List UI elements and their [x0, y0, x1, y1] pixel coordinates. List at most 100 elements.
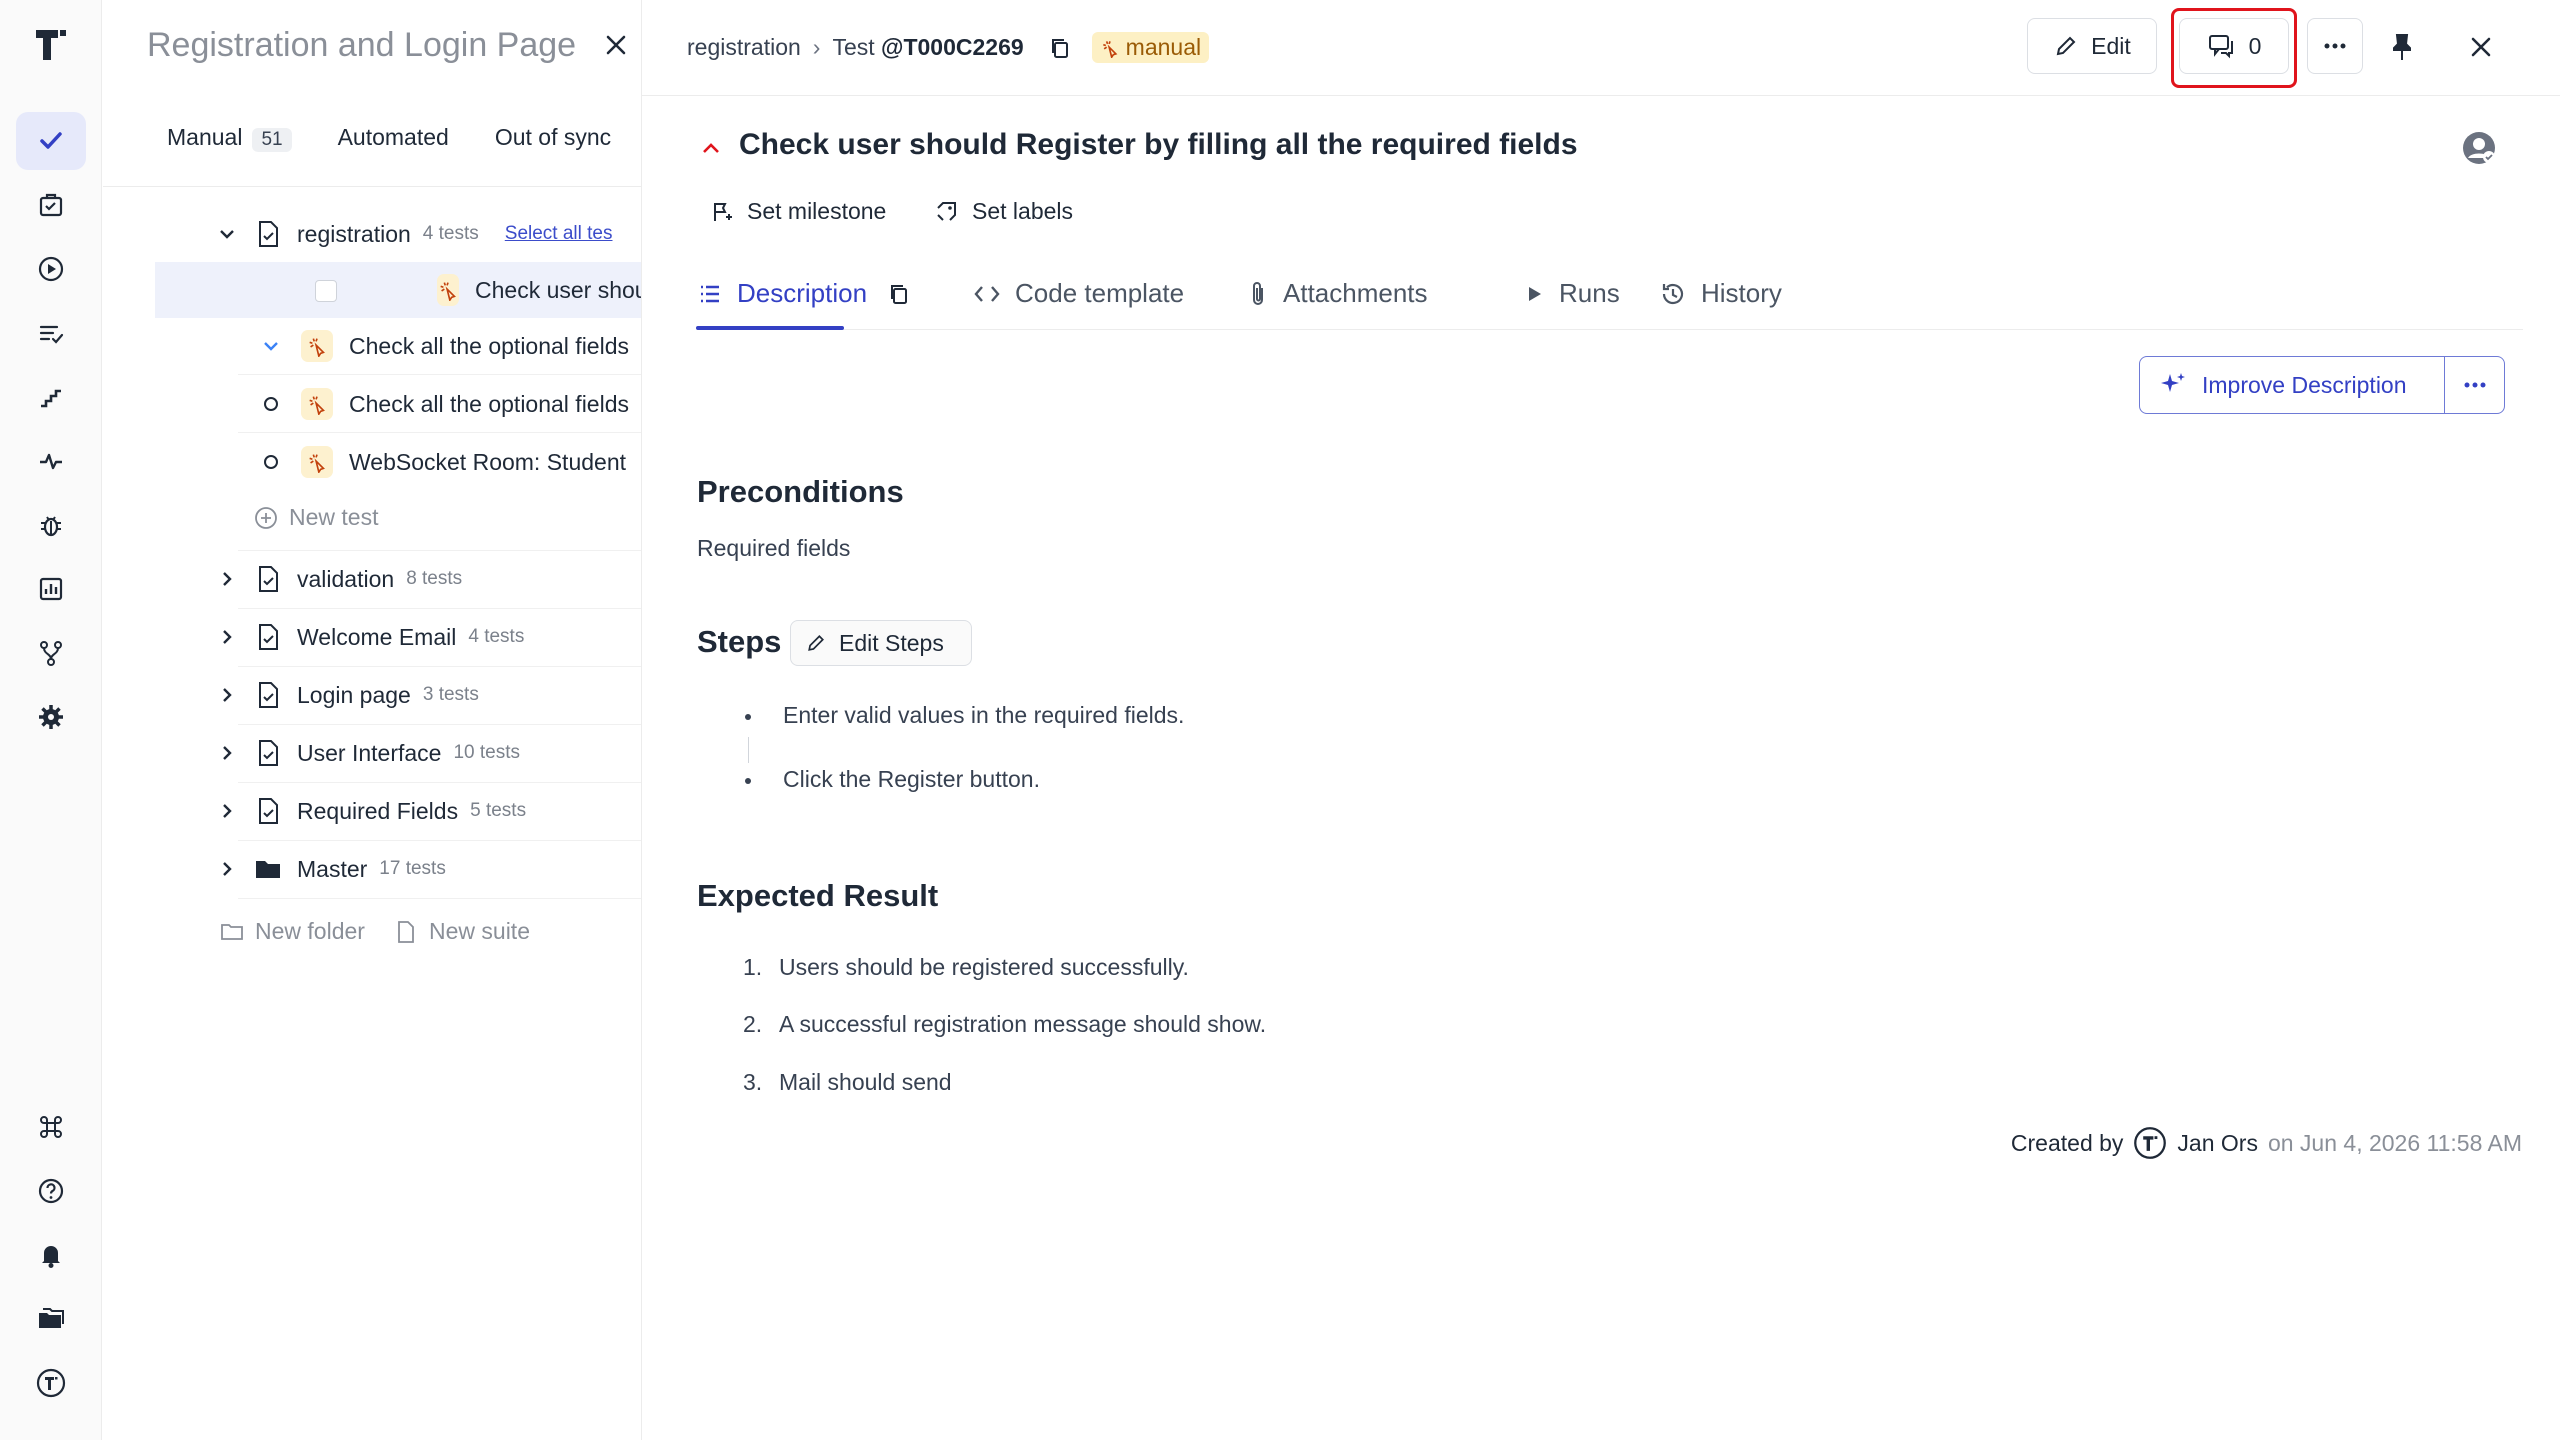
chart-icon [39, 577, 63, 601]
test-row[interactable]: WebSocket Room: Student [103, 434, 641, 490]
suite-row-registration[interactable]: registration 4 tests Select all tes [103, 206, 641, 262]
tab-attachments[interactable]: Attachments [1247, 278, 1428, 309]
check-icon [40, 132, 62, 149]
folders-icon [39, 1308, 64, 1328]
chevron-right-icon[interactable] [215, 683, 239, 707]
tab-description[interactable]: Description [697, 278, 911, 309]
expected-item: Users should be registered successfully. [779, 954, 1189, 980]
suite-title: Registration and Login Page [147, 26, 577, 64]
rail-pulse[interactable] [16, 432, 86, 490]
assignee-avatar-icon[interactable] [2459, 128, 2499, 168]
chevron-up-icon[interactable] [698, 136, 724, 160]
test-row-selected[interactable]: Check user should Register [155, 262, 641, 318]
rail-runs[interactable] [16, 240, 86, 298]
tab-history[interactable]: History [1659, 278, 1782, 309]
tree-panel: Registration and Login Page Manual 51 Aut… [103, 0, 641, 1440]
breadcrumb: registration › Test @T000C2269 manual [687, 32, 1210, 63]
copy-icon[interactable] [1048, 36, 1072, 60]
code-icon [974, 285, 1000, 302]
circle-icon [264, 455, 278, 469]
chevron-right-icon[interactable] [215, 857, 239, 881]
rail-plans[interactable] [16, 176, 86, 234]
edit-steps-button[interactable]: Edit Steps [790, 620, 972, 666]
manual-icon [437, 274, 459, 306]
label-icon [937, 201, 956, 221]
manual-icon [1102, 40, 1118, 58]
test-row[interactable]: Check all the optional fields [103, 376, 641, 432]
chevron-right-icon[interactable] [215, 625, 239, 649]
suite-row[interactable]: Required Fields 5 tests [103, 783, 641, 839]
author-avatar-icon [2134, 1127, 2167, 1159]
chevron-down-icon[interactable] [215, 222, 239, 246]
suite-row[interactable]: Login page 3 tests [103, 667, 641, 723]
suite-file-icon [259, 682, 278, 708]
left-rail [0, 0, 102, 1440]
steps-icon [41, 389, 61, 408]
new-test-button[interactable]: New test [253, 504, 378, 531]
preconditions-text: Required fields [697, 535, 851, 561]
bug-icon [41, 516, 61, 537]
rail-settings[interactable] [16, 688, 86, 746]
tab-count-badge: 51 [252, 128, 292, 152]
suite-file-icon [259, 740, 278, 766]
improve-description-button[interactable]: Improve Description [2139, 356, 2505, 414]
rail-defects[interactable] [16, 496, 86, 554]
rail-requirements[interactable] [16, 304, 86, 362]
pin-icon[interactable] [2388, 32, 2416, 62]
divider [103, 186, 641, 187]
edit-button[interactable]: Edit [2027, 18, 2157, 74]
close-icon[interactable] [2466, 32, 2496, 62]
suite-row[interactable]: validation 8 tests [103, 551, 641, 607]
rail-projects[interactable] [16, 1290, 86, 1348]
rail-command[interactable] [16, 1098, 86, 1156]
copy-icon[interactable] [887, 282, 911, 306]
author-name[interactable]: Jan Ors [2177, 1130, 2258, 1157]
tab-code-template[interactable]: Code template [973, 278, 1184, 309]
test-title: Check all the optional fields [349, 390, 629, 417]
chevron-down-icon[interactable] [259, 334, 283, 358]
rail-analytics[interactable] [16, 560, 86, 618]
test-detail-panel: registration › Test @T000C2269 manual Ed… [641, 0, 2560, 1440]
history-icon [1662, 283, 1684, 304]
tab-manual[interactable]: Manual 51 [167, 124, 292, 152]
more-button[interactable] [2307, 18, 2363, 74]
file-plus-icon [398, 920, 414, 943]
improve-more-button[interactable] [2444, 357, 2504, 413]
tab-runs[interactable]: Runs [1523, 278, 1620, 309]
tab-out-of-sync[interactable]: Out of sync [495, 124, 611, 152]
test-title: Check user should Register by filling al… [739, 128, 1578, 161]
close-icon[interactable] [599, 28, 633, 62]
suite-file-icon [259, 798, 278, 824]
folder-icon [256, 861, 280, 878]
set-labels-button[interactable]: Set labels [934, 198, 1073, 225]
breadcrumb-suite[interactable]: registration [687, 34, 801, 61]
test-id: @T000C2269 [881, 34, 1024, 60]
new-suite-button[interactable]: New suite [393, 918, 530, 945]
play-circle-icon [38, 256, 64, 282]
folder-row[interactable]: Master 17 tests [103, 841, 641, 897]
logo-icon [36, 1368, 66, 1398]
tab-automated[interactable]: Automated [338, 124, 449, 152]
rail-branches[interactable] [16, 624, 86, 682]
chevron-right-icon[interactable] [215, 567, 239, 591]
rail-steps[interactable] [16, 368, 86, 426]
new-folder-button[interactable]: New folder [219, 918, 365, 945]
rail-help[interactable] [16, 1162, 86, 1220]
suite-row[interactable]: Welcome Email 4 tests [103, 609, 641, 665]
suite-row[interactable]: User Interface 10 tests [103, 725, 641, 781]
set-milestone-button[interactable]: Set milestone [709, 198, 886, 225]
row-checkbox[interactable] [315, 280, 337, 302]
app-logo-icon[interactable] [32, 26, 70, 64]
rail-notifications[interactable] [16, 1226, 86, 1284]
rail-account[interactable] [16, 1354, 86, 1412]
detail-header: registration › Test @T000C2269 manual Ed… [642, 0, 2560, 96]
suite-file-icon [259, 221, 278, 247]
chevron-right-icon[interactable] [215, 799, 239, 823]
select-all-link[interactable]: Select all tes [505, 223, 613, 245]
highlight-box [2171, 8, 2297, 88]
rail-tests[interactable] [16, 112, 86, 170]
test-row[interactable]: Check all the optional fields [103, 318, 641, 374]
chevron-right-icon[interactable] [215, 741, 239, 765]
branch-icon [40, 641, 62, 666]
created-by: Created by Jan Ors on Jun 4, 2026 11:58 … [2011, 1126, 2522, 1160]
